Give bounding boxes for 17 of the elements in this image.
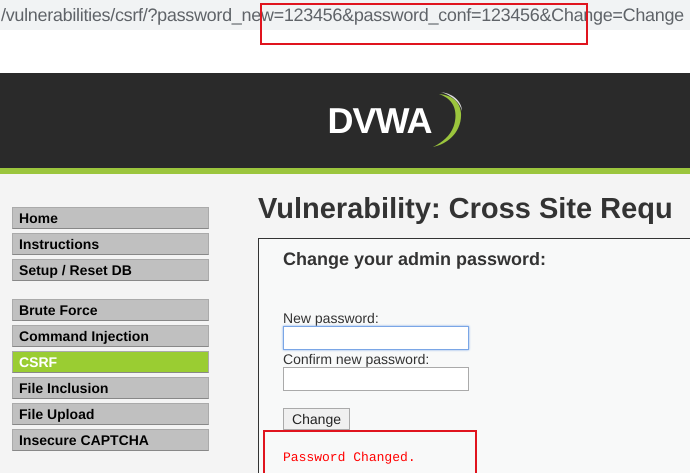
field-label: Confirm new password: — [283, 351, 430, 367]
menu-item[interactable]: File Upload — [12, 403, 209, 425]
menu-item[interactable]: Setup / Reset DB — [12, 259, 209, 281]
change-button[interactable]: Change — [283, 408, 350, 430]
form-heading: Change your admin password: — [283, 249, 548, 270]
logo-text: DVWA — [328, 100, 432, 140]
menu-item[interactable]: Home — [12, 207, 209, 229]
menu-item[interactable]: Brute Force — [12, 299, 209, 321]
password-field[interactable] — [283, 326, 469, 350]
success-message: Password Changed. — [283, 450, 417, 465]
menu-item[interactable]: Insecure CAPTCHA — [12, 429, 209, 451]
page-title: Vulnerability: Cross Site Requ — [258, 192, 674, 226]
menu-item[interactable]: Instructions — [12, 233, 209, 255]
field-label: New password: — [283, 310, 380, 326]
menu-item[interactable]: File Inclusion — [12, 377, 209, 399]
password-field[interactable] — [283, 367, 469, 391]
menu-item[interactable]: Command Injection — [12, 325, 209, 347]
